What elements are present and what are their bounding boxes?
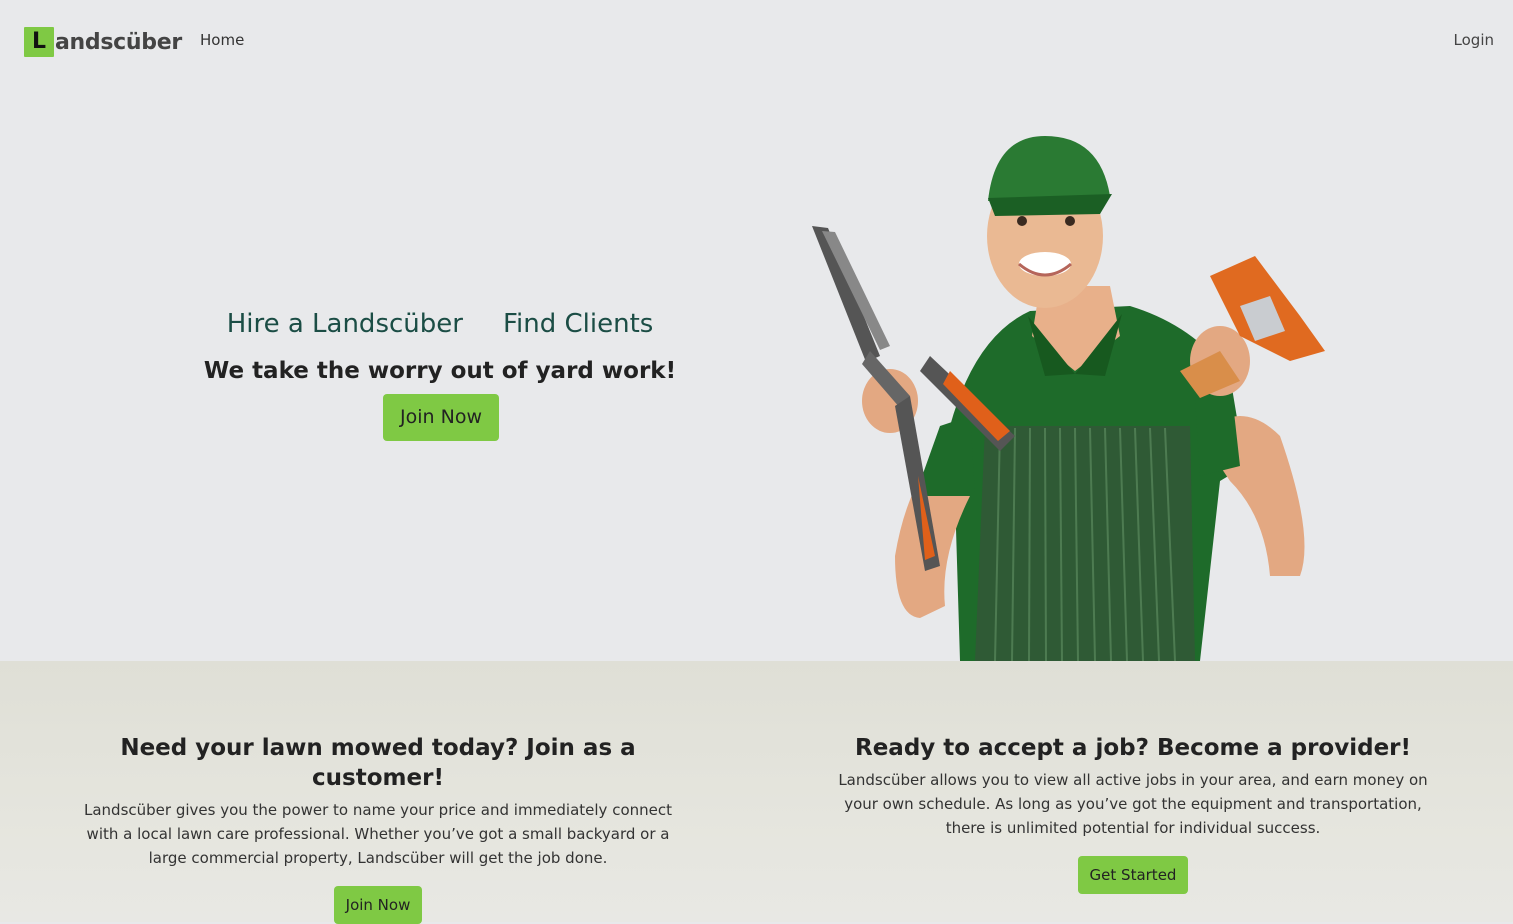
customer-join-now-button[interactable]: Join Now	[333, 886, 423, 924]
hero-join-now-button[interactable]: Join Now	[383, 394, 499, 441]
hero-links: Hire a Landscüber Find Clients	[0, 309, 880, 339]
bottom-section: Need your lawn mowed today? Join as a cu…	[0, 661, 1513, 924]
navbar: L andscüber Home Login	[0, 0, 1513, 82]
hero-section: Hire a Landscüber Find Clients We take t…	[0, 82, 1513, 661]
nav-login-link[interactable]: Login	[1454, 31, 1494, 49]
logo[interactable]: L andscüber	[24, 27, 182, 57]
provider-heading: Ready to accept a job? Become a provider…	[854, 735, 1412, 761]
customer-description: Landscüber gives you the power to name y…	[84, 801, 672, 867]
logo-mark: L	[24, 27, 54, 57]
nav-home-link[interactable]: Home	[200, 31, 244, 49]
hero-tagline: We take the worry out of yard work!	[203, 358, 677, 384]
provider-get-started-button[interactable]: Get Started	[1077, 856, 1189, 894]
logo-text: andscüber	[55, 29, 182, 55]
provider-column: Ready to accept a job? Become a provider…	[830, 733, 1436, 894]
customer-column: Need your lawn mowed today? Join as a cu…	[70, 733, 686, 924]
provider-description: Landscüber allows you to view all active…	[838, 771, 1428, 837]
customer-heading: Need your lawn mowed today? Join as a cu…	[120, 735, 636, 791]
hire-landscuber-link[interactable]: Hire a Landscüber	[227, 309, 463, 339]
find-clients-link[interactable]: Find Clients	[503, 309, 653, 339]
gardener-image	[812, 136, 1325, 661]
